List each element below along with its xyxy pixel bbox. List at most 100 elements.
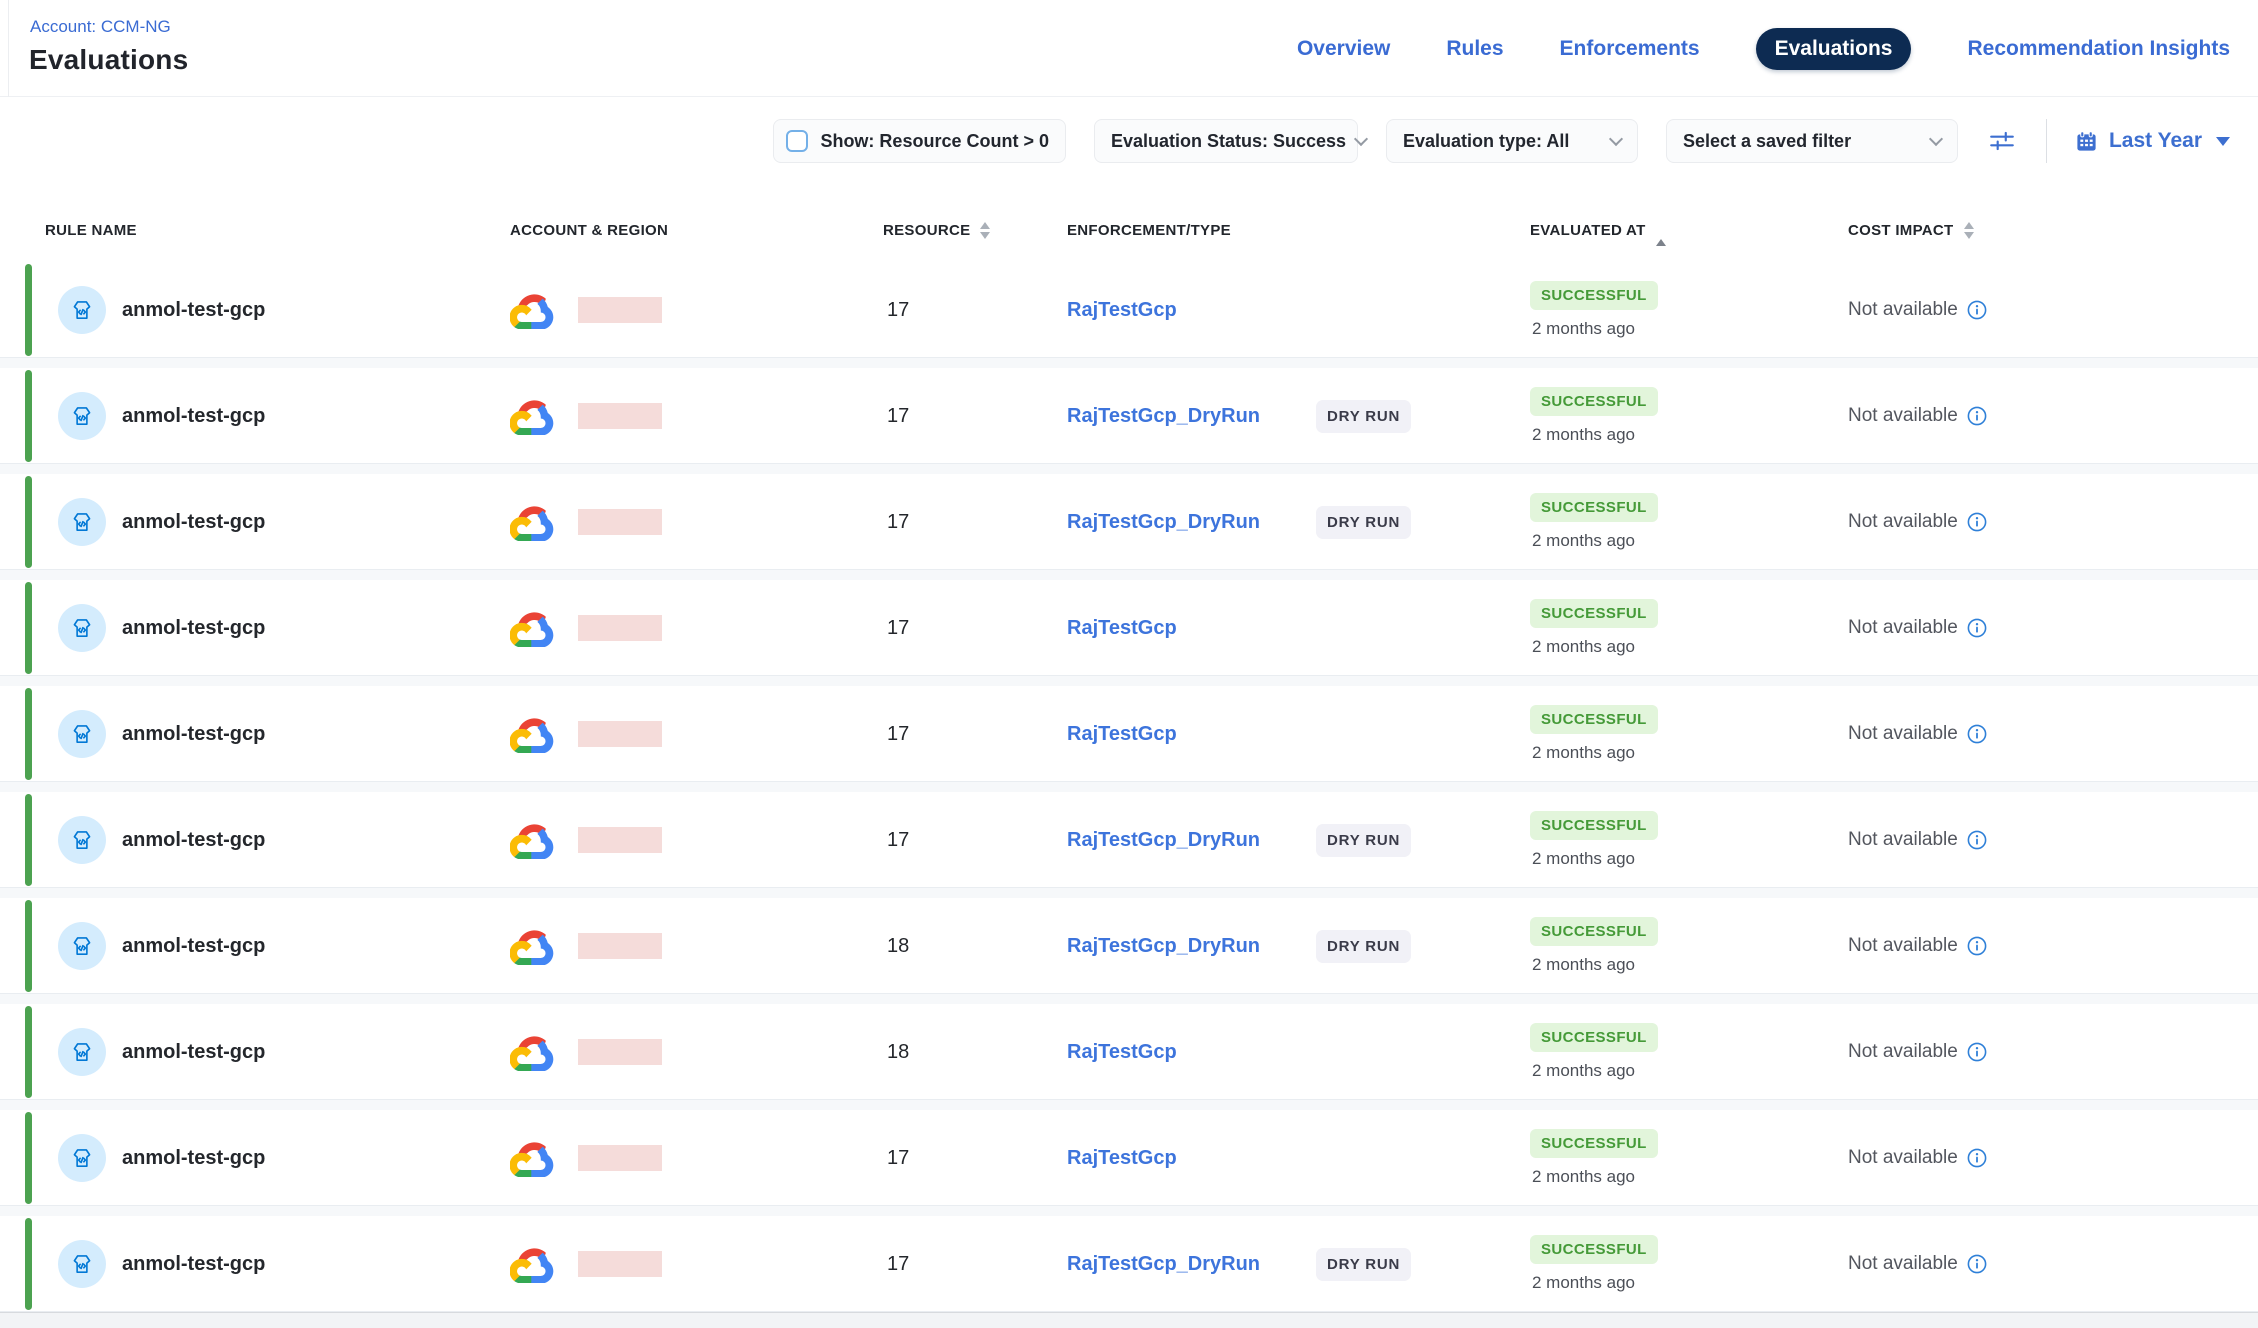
sort-asc-icon[interactable]: [1656, 222, 1666, 239]
col-resource[interactable]: RESOURCE: [883, 222, 1067, 239]
rule-name: anmol-test-gcp: [122, 1253, 265, 1276]
table-row[interactable]: anmol-test-gcp 17 RajTestGcp_DryRun DRY …: [0, 792, 2258, 888]
enforcement-link[interactable]: RajTestGcp_DryRun: [1067, 405, 1260, 428]
enforcement-link[interactable]: RajTestGcp: [1067, 1041, 1177, 1064]
rule-name: anmol-test-gcp: [122, 299, 265, 322]
col-account-region: ACCOUNT & REGION: [510, 222, 883, 239]
tab-recommendation-insights[interactable]: Recommendation Insights: [1967, 37, 2230, 61]
code-rule-icon: [69, 827, 95, 853]
evaluated-at-cell: SUCCESSFUL 2 months ago: [1530, 917, 1848, 975]
rule-name-cell: anmol-test-gcp: [45, 816, 510, 864]
tab-evaluations[interactable]: Evaluations: [1756, 28, 1912, 70]
rule-name: anmol-test-gcp: [122, 723, 265, 746]
enforcement-cell: RajTestGcp_DryRun DRY RUN: [1067, 506, 1530, 539]
evaluated-at-cell: SUCCESSFUL 2 months ago: [1530, 1235, 1848, 1293]
col-cost-impact[interactable]: COST IMPACT: [1848, 222, 2258, 239]
cost-impact-cell: Not available: [1848, 1041, 2258, 1063]
table-row[interactable]: anmol-test-gcp 17 RajTestGcp_DryRun DRY …: [0, 474, 2258, 570]
date-range-picker[interactable]: Last Year: [2075, 129, 2230, 153]
enforcement-link[interactable]: RajTestGcp: [1067, 1147, 1177, 1170]
tab-overview[interactable]: Overview: [1297, 37, 1390, 61]
table-row[interactable]: anmol-test-gcp 17 RajTestGcp SUCCESSFUL …: [0, 580, 2258, 676]
table-row[interactable]: anmol-test-gcp 17 RajTestGcp SUCCESSFUL …: [0, 262, 2258, 358]
gcp-cloud-icon: [510, 291, 556, 329]
evaluated-time: 2 months ago: [1530, 319, 1635, 339]
rule-avatar: [58, 1240, 106, 1288]
dry-run-badge: DRY RUN: [1316, 824, 1411, 857]
table-row[interactable]: anmol-test-gcp 17 RajTestGcp_DryRun DRY …: [0, 1216, 2258, 1312]
enforcement-cell: RajTestGcp: [1067, 723, 1530, 746]
enforcement-link[interactable]: RajTestGcp: [1067, 299, 1177, 322]
rule-name: anmol-test-gcp: [122, 617, 265, 640]
enforcement-link[interactable]: RajTestGcp: [1067, 617, 1177, 640]
account-region-cell: [510, 927, 883, 965]
redacted-account-region: [578, 1251, 662, 1277]
resource-count-filter-toggle[interactable]: Show: Resource Count > 0: [773, 119, 1066, 163]
evaluated-at-cell: SUCCESSFUL 2 months ago: [1530, 281, 1848, 339]
enforcement-link[interactable]: RajTestGcp: [1067, 723, 1177, 746]
bottom-edge-strip: [0, 1312, 2258, 1328]
rule-name: anmol-test-gcp: [122, 511, 265, 534]
breadcrumb-account-link[interactable]: Account: CCM-NG: [30, 17, 171, 37]
info-icon[interactable]: [1967, 300, 1987, 320]
resource-count: 17: [883, 829, 1067, 852]
enforcement-link[interactable]: RajTestGcp_DryRun: [1067, 829, 1260, 852]
info-icon[interactable]: [1967, 406, 1987, 426]
rule-avatar: [58, 1028, 106, 1076]
table-row[interactable]: anmol-test-gcp 17 RajTestGcp SUCCESSFUL …: [0, 686, 2258, 782]
code-rule-icon: [69, 1039, 95, 1065]
cost-impact-value: Not available: [1848, 1147, 1958, 1169]
cost-impact-value: Not available: [1848, 511, 1958, 533]
status-badge: SUCCESSFUL: [1530, 917, 1658, 946]
info-icon[interactable]: [1967, 512, 1987, 532]
cost-impact-value: Not available: [1848, 723, 1958, 745]
rule-avatar: [58, 604, 106, 652]
tab-enforcements[interactable]: Enforcements: [1560, 37, 1700, 61]
table-row[interactable]: anmol-test-gcp 18 RajTestGcp_DryRun DRY …: [0, 898, 2258, 994]
sort-icon[interactable]: [1964, 222, 1974, 239]
info-icon[interactable]: [1967, 618, 1987, 638]
cost-impact-cell: Not available: [1848, 511, 2258, 533]
info-icon[interactable]: [1967, 724, 1987, 744]
enforcement-link[interactable]: RajTestGcp_DryRun: [1067, 935, 1260, 958]
enforcement-cell: RajTestGcp_DryRun DRY RUN: [1067, 1248, 1530, 1281]
enforcement-link[interactable]: RajTestGcp_DryRun: [1067, 1253, 1260, 1276]
table-row[interactable]: anmol-test-gcp 17 RajTestGcp_DryRun DRY …: [0, 368, 2258, 464]
resource-count-filter-label: Show: Resource Count > 0: [820, 131, 1049, 152]
evaluation-type-dropdown[interactable]: Evaluation type: All: [1386, 119, 1638, 163]
account-region-cell: [510, 715, 883, 753]
status-badge: SUCCESSFUL: [1530, 811, 1658, 840]
account-region-cell: [510, 609, 883, 647]
tab-rules[interactable]: Rules: [1446, 37, 1503, 61]
vertical-divider: [2046, 119, 2047, 163]
evaluated-at-cell: SUCCESSFUL 2 months ago: [1530, 811, 1848, 869]
evaluated-at-cell: SUCCESSFUL 2 months ago: [1530, 493, 1848, 551]
info-icon[interactable]: [1967, 1042, 1987, 1062]
info-icon[interactable]: [1967, 1254, 1987, 1274]
sidebar-edge-divider: [8, 0, 9, 97]
info-icon[interactable]: [1967, 1148, 1987, 1168]
calendar-icon: [2075, 130, 2098, 153]
filter-panel-button[interactable]: [1986, 128, 2018, 154]
date-range-label: Last Year: [2109, 129, 2202, 153]
evaluation-status-dropdown[interactable]: Evaluation Status: Success: [1094, 119, 1358, 163]
cost-impact-cell: Not available: [1848, 1147, 2258, 1169]
evaluated-time: 2 months ago: [1530, 531, 1635, 551]
chevron-down-icon: [1609, 131, 1623, 145]
checkbox-unchecked[interactable]: [786, 130, 808, 152]
table-row[interactable]: anmol-test-gcp 18 RajTestGcp SUCCESSFUL …: [0, 1004, 2258, 1100]
account-region-cell: [510, 397, 883, 435]
evaluated-at-cell: SUCCESSFUL 2 months ago: [1530, 1023, 1848, 1081]
rule-avatar: [58, 816, 106, 864]
chevron-down-icon: [1929, 131, 1943, 145]
cost-impact-value: Not available: [1848, 829, 1958, 851]
saved-filter-dropdown[interactable]: Select a saved filter: [1666, 119, 1958, 163]
info-icon[interactable]: [1967, 936, 1987, 956]
table-row[interactable]: anmol-test-gcp 17 RajTestGcp SUCCESSFUL …: [0, 1110, 2258, 1206]
rule-name-cell: anmol-test-gcp: [45, 498, 510, 546]
sort-icon[interactable]: [980, 222, 990, 239]
rule-avatar: [58, 710, 106, 758]
info-icon[interactable]: [1967, 830, 1987, 850]
col-evaluated-at[interactable]: EVALUATED AT: [1530, 222, 1848, 239]
enforcement-link[interactable]: RajTestGcp_DryRun: [1067, 511, 1260, 534]
